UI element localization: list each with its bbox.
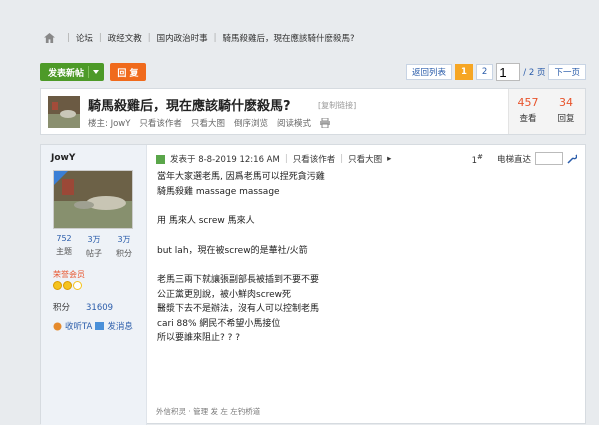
breadcrumb-thread[interactable]: 騎馬殺雞后，現在應該騎什麽殺馬?	[223, 32, 355, 44]
sep: |	[284, 154, 288, 164]
floor-hash: #	[477, 152, 483, 161]
avatar[interactable]	[53, 170, 133, 229]
divider	[88, 66, 89, 78]
page-2[interactable]: 2	[475, 64, 494, 80]
breadcrumb: | 论坛 | 政经文教 | 国内政治时事 | 騎馬殺雞后，現在應該騎什麽殺馬?	[44, 31, 355, 45]
thread-stats: 457 查看 34 回复	[508, 89, 585, 134]
user-stat[interactable]: 3万帖子	[86, 234, 102, 259]
post: JowY 752 主题 3万帖子 3万积分 荣誉会员 积分 31609 收听TA	[40, 144, 586, 425]
user-links: 收听TA 发消息	[53, 320, 133, 332]
print-icon[interactable]	[319, 118, 330, 128]
page-jump-input[interactable]	[496, 63, 521, 81]
pagination: 返回列表 1 2 / 2 页 下一页	[405, 63, 586, 81]
message-icon	[95, 322, 105, 330]
stat-value: 3万	[87, 235, 101, 244]
new-post-label: 发表新帖	[48, 68, 85, 79]
stat-label: 主题	[56, 247, 72, 256]
medal-icon	[53, 281, 62, 290]
breadcrumb-board[interactable]: 国内政治时事	[157, 32, 208, 44]
replies-stat: 34 回复	[547, 96, 585, 124]
chevron-right-icon[interactable]: ▸	[387, 154, 391, 164]
points-value: 31609	[86, 303, 114, 313]
stat-value: 752	[56, 234, 72, 243]
sep: |	[98, 33, 102, 43]
sep: |	[213, 33, 217, 43]
post-line: cari 88% 網民不希望小馬接位	[157, 318, 281, 329]
points-label: 积分	[53, 303, 71, 313]
post-line	[157, 199, 325, 214]
post-line: but lah，現在被screw的是華社/火箭	[157, 245, 308, 256]
back-to-list-link[interactable]: 返回列表	[405, 64, 452, 80]
post-time: 发表于 8-8-2019 12:16 AM	[170, 155, 280, 165]
post-line: 老馬三兩下就讓張副部長被插到不要不要	[157, 275, 320, 285]
medal-row	[53, 281, 82, 290]
breadcrumb-forum[interactable]: 论坛	[76, 32, 93, 44]
views-stat: 457 查看	[509, 96, 547, 124]
post-line: 用 馬來人 screw 馬來人	[157, 216, 255, 226]
sep: |	[147, 33, 151, 43]
post-line: 所以要誰來阻止? ? ?	[157, 333, 241, 343]
breadcrumb-category[interactable]: 政经文教	[108, 32, 142, 44]
reply-button[interactable]: 回 复	[110, 63, 146, 81]
next-page-link[interactable]: 下一页	[548, 64, 586, 80]
wrench-icon[interactable]	[567, 154, 577, 164]
post-body: 當年大家選老馬, 因爲老馬可以捏死貪污雞 騎馬殺雞 massage massag…	[157, 170, 325, 346]
post-line	[157, 258, 325, 273]
sep: |	[67, 33, 70, 43]
big-image-link[interactable]: 只看大图	[191, 117, 225, 129]
username[interactable]: JowY	[51, 153, 75, 163]
reverse-order-link[interactable]: 倒序浏览	[234, 117, 268, 129]
post-line: 騎馬殺雞 massage massage	[157, 186, 280, 197]
post-status-icon	[156, 154, 165, 164]
post-footer: 外信积灵 · 管理 发 左 左钓桥道	[156, 407, 261, 416]
big-image-link[interactable]: 只看大图	[348, 153, 382, 165]
chevron-down-icon[interactable]	[93, 70, 99, 74]
floor-number: 1#	[472, 152, 483, 166]
medal-icon	[73, 281, 82, 290]
honor-badge: 荣誉会员	[53, 270, 85, 279]
sep: |	[340, 154, 344, 164]
replies-count: 34	[559, 96, 573, 109]
listen-link[interactable]: 收听TA	[65, 320, 92, 332]
post-line: 當年大家選老馬, 因爲老馬可以捏死貪污雞	[157, 172, 325, 182]
home-icon[interactable]	[44, 33, 55, 43]
read-mode-link[interactable]: 阅读模式	[277, 117, 311, 129]
only-author-link[interactable]: 只看该作者	[139, 117, 182, 129]
user-stat[interactable]: 3万积分	[116, 234, 132, 259]
stat-label: 帖子	[86, 249, 102, 258]
replies-label: 回复	[557, 114, 575, 124]
points: 积分 31609	[53, 301, 113, 313]
stat-label: 积分	[116, 249, 132, 258]
toolbar: 发表新帖 回 复 返回列表 1 2 / 2 页 下一页	[40, 63, 586, 81]
copy-link[interactable]: [复制链接]	[318, 100, 356, 111]
thread-thumbnail	[48, 96, 80, 128]
new-post-button[interactable]: 发表新帖	[40, 63, 104, 81]
user-sidebar: JowY 752 主题 3万帖子 3万积分 荣誉会员 积分 31609 收听TA	[41, 145, 147, 425]
page-1[interactable]: 1	[454, 64, 473, 80]
user-stat[interactable]: 752 主题	[56, 234, 72, 259]
thread-title: 騎馬殺雞后，現在應該騎什麽殺馬?	[88, 99, 291, 114]
post-line: 公正黨更別說，被小鮮肉screw死	[157, 289, 292, 300]
message-link[interactable]: 发消息	[107, 320, 133, 332]
floor-nav: 1# 电梯直达	[472, 152, 577, 166]
elevator-label: 电梯直达	[496, 154, 531, 165]
post-line: 醫漿下去不是辦法，沒有人可以控制老馬	[157, 304, 320, 314]
page-total: / 2 页	[523, 68, 546, 78]
post-content: 发表于 8-8-2019 12:16 AM | 只看该作者 | 只看大图 ▸ 1…	[156, 145, 585, 425]
thread-header: 騎馬殺雞后，現在應該騎什麽殺馬? [复制链接] 楼主: JowY 只看该作者 只…	[40, 88, 586, 135]
only-author-link[interactable]: 只看该作者	[293, 153, 336, 165]
user-stats: 752 主题 3万帖子 3万积分	[49, 234, 139, 259]
views-label: 查看	[519, 114, 537, 124]
thread-owner: 楼主: JowY	[88, 119, 131, 129]
stat-value: 3万	[117, 235, 131, 244]
listen-icon	[53, 322, 62, 330]
thread-meta: 楼主: JowY 只看该作者 只看大图 倒序浏览 阅读模式	[88, 117, 330, 129]
floor-jump-input[interactable]	[535, 152, 563, 166]
views-count: 457	[517, 96, 539, 109]
post-line	[157, 229, 325, 244]
medal-icon	[63, 281, 72, 290]
